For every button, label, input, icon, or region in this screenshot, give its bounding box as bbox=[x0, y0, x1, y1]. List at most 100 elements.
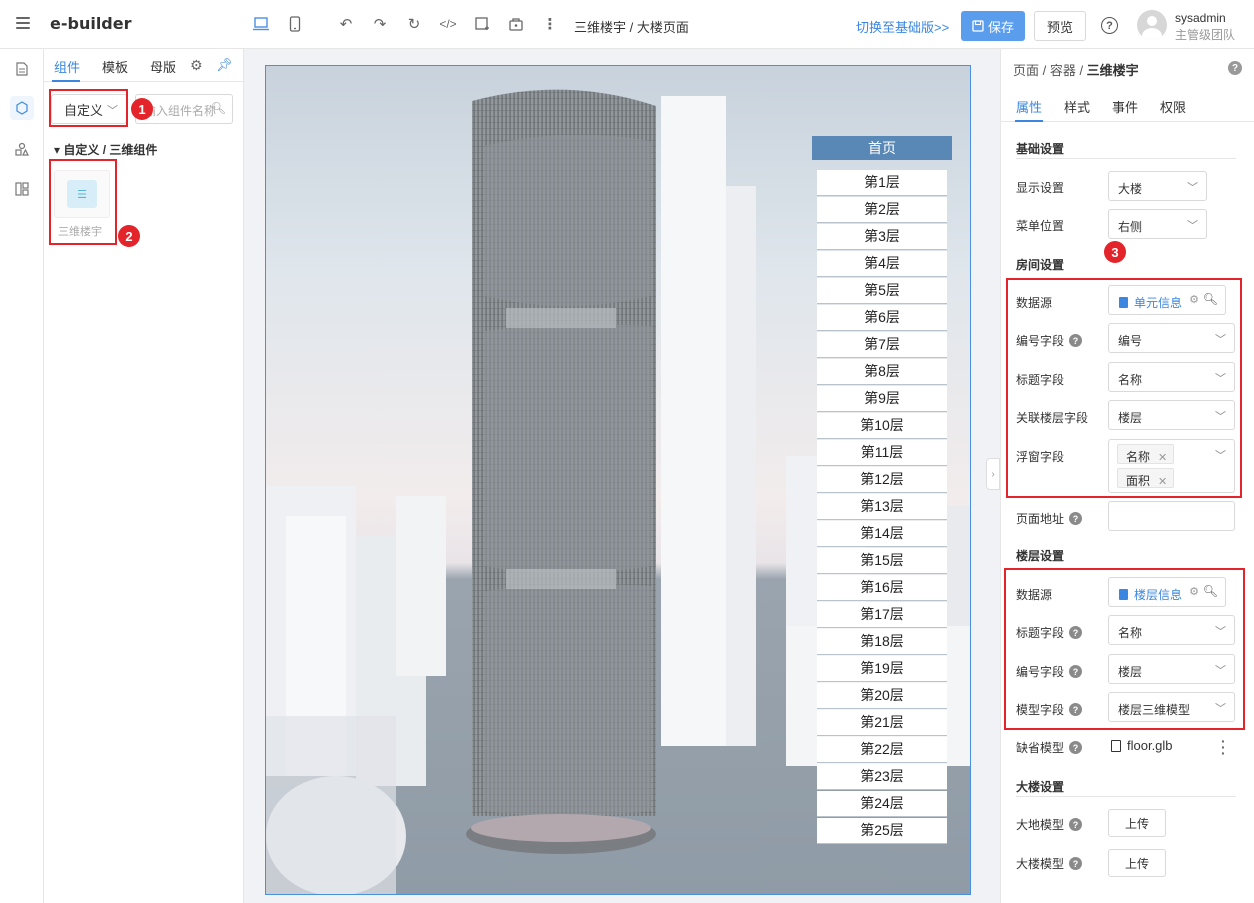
help-icon[interactable]: ? bbox=[1069, 857, 1083, 870]
collapse-panel-handle[interactable]: › bbox=[986, 458, 1000, 490]
component-group-title[interactable]: ▾ 自定义 / 三维组件 bbox=[54, 141, 157, 158]
floor-item[interactable]: 第18层 bbox=[817, 629, 947, 655]
floor-code-select[interactable]: 楼层 ﹀ bbox=[1108, 654, 1235, 684]
room-code-select[interactable]: 编号 ﹀ bbox=[1108, 323, 1235, 353]
floor-item[interactable]: 第20层 bbox=[817, 683, 947, 709]
floor-item[interactable]: 第1层 bbox=[817, 170, 947, 196]
floor-datasource-label: 数据源 bbox=[1016, 588, 1053, 602]
redo-icon[interactable]: ↷ bbox=[369, 13, 391, 35]
package-icon[interactable] bbox=[505, 13, 527, 35]
help-icon[interactable]: ? bbox=[1069, 334, 1083, 347]
floor-item[interactable]: 第16层 bbox=[817, 575, 947, 601]
avatar[interactable] bbox=[1137, 10, 1167, 40]
search-icon[interactable]: 🔍︎ bbox=[1203, 584, 1218, 598]
floor-item[interactable]: 第17层 bbox=[817, 602, 947, 628]
floor-item[interactable]: 第22层 bbox=[817, 737, 947, 763]
floor-item[interactable]: 第25层 bbox=[817, 818, 947, 844]
room-float-label: 浮窗字段 bbox=[1016, 450, 1065, 464]
code-icon[interactable]: </> bbox=[437, 13, 459, 35]
tab-permissions[interactable]: 权限 bbox=[1160, 97, 1186, 116]
floor-item[interactable]: 第5层 bbox=[817, 278, 947, 304]
help-icon[interactable]: ? bbox=[1101, 17, 1118, 34]
tab-templates[interactable]: 模板 bbox=[102, 57, 128, 76]
room-datasource-field[interactable]: 单元信息 ⚙ 🔍︎ bbox=[1108, 285, 1226, 315]
tab-properties[interactable]: 属性 bbox=[1016, 97, 1042, 116]
close-icon[interactable]: ✕ bbox=[1158, 452, 1167, 464]
mobile-view-icon[interactable] bbox=[284, 13, 306, 35]
gear-icon[interactable]: ⚙ bbox=[1189, 585, 1199, 598]
help-icon[interactable]: ? bbox=[1069, 665, 1083, 678]
help-icon[interactable]: ? bbox=[1069, 512, 1083, 525]
floor-item[interactable]: 第6层 bbox=[817, 305, 947, 331]
floor-item[interactable]: 第7层 bbox=[817, 332, 947, 358]
gear-icon[interactable]: ⚙ bbox=[1189, 293, 1199, 306]
floor-datasource-field[interactable]: 楼层信息 ⚙ 🔍︎ bbox=[1108, 577, 1226, 607]
room-floor-field-select[interactable]: 楼层 ﹀ bbox=[1108, 400, 1235, 430]
building-model-upload-button[interactable]: 上传 bbox=[1108, 849, 1166, 877]
close-icon[interactable]: ✕ bbox=[1158, 476, 1167, 488]
preview-button[interactable]: 预览 bbox=[1034, 11, 1086, 41]
layout-icon[interactable] bbox=[10, 177, 34, 201]
active-tab-indicator bbox=[1015, 120, 1043, 122]
floor-item[interactable]: 第3层 bbox=[817, 224, 947, 250]
more-vertical-icon[interactable]: ⋮ bbox=[539, 13, 561, 35]
gear-icon[interactable]: ⚙ bbox=[190, 57, 203, 74]
display-setting-select[interactable]: 大楼 ﹀ bbox=[1108, 171, 1207, 201]
floor-menu-home[interactable]: 首页 bbox=[812, 136, 952, 160]
floor-item[interactable]: 第21层 bbox=[817, 710, 947, 736]
refresh-icon[interactable]: ↻ bbox=[403, 13, 425, 35]
page-url-input[interactable] bbox=[1108, 501, 1235, 531]
help-icon[interactable]: ? bbox=[1069, 818, 1083, 831]
save-button[interactable]: 保存 bbox=[961, 11, 1025, 41]
undo-icon[interactable]: ↶ bbox=[335, 13, 357, 35]
category-select[interactable]: 自定义 ﹀ bbox=[51, 94, 127, 124]
component-label: 三维楼宇 bbox=[58, 226, 102, 238]
tab-masters[interactable]: 母版 bbox=[150, 57, 176, 76]
floor-model-select[interactable]: 楼层三维模型 ﹀ bbox=[1108, 692, 1235, 722]
floor-item[interactable]: 第23层 bbox=[817, 764, 947, 790]
switch-basic-link[interactable]: 切换至基础版>> bbox=[856, 17, 949, 36]
add-page-icon[interactable] bbox=[471, 13, 493, 35]
float-tag[interactable]: 面积 ✕ bbox=[1117, 468, 1175, 488]
components-icon[interactable] bbox=[10, 96, 34, 120]
page-icon[interactable] bbox=[10, 57, 34, 81]
shapes-icon[interactable] bbox=[10, 137, 34, 161]
search-icon[interactable]: 🔍︎ bbox=[1203, 292, 1218, 306]
floor-item[interactable]: 第15层 bbox=[817, 548, 947, 574]
top-bar: e-builder ↶ ↷ ↻ </> ⋮ 三维楼宇 / 大楼页面 切换至基础版… bbox=[0, 0, 1254, 49]
tab-style[interactable]: 样式 bbox=[1064, 97, 1090, 116]
component-panel: 组件 模板 母版 ⚙ 📌︎ 自定义 ﹀ 输入组件名称 🔍︎ ▾ 自定义 / 三维… bbox=[44, 49, 244, 903]
floor-item[interactable]: 第11层 bbox=[817, 440, 947, 466]
default-model-file[interactable]: floor.glb bbox=[1111, 738, 1173, 753]
floor-title-select[interactable]: 名称 ﹀ bbox=[1108, 615, 1235, 645]
3d-building-canvas[interactable]: 首页 第1层 第2层 第3层 第4层 第5层 第6层 第7层 第8层 第9层 第… bbox=[265, 65, 971, 895]
props-tabs: 属性 样式 事件 权限 bbox=[1001, 86, 1254, 122]
component-card-3d-building[interactable]: ☰ bbox=[54, 170, 110, 218]
tab-components[interactable]: 组件 bbox=[54, 57, 80, 76]
panel-tabs: 组件 模板 母版 ⚙ 📌︎ bbox=[44, 49, 244, 82]
float-tag[interactable]: 名称 ✕ bbox=[1117, 444, 1175, 464]
ground-model-upload-button[interactable]: 上传 bbox=[1108, 809, 1166, 837]
room-title-select[interactable]: 名称 ﹀ bbox=[1108, 362, 1235, 392]
floor-item[interactable]: 第12层 bbox=[817, 467, 947, 493]
help-icon[interactable]: ? bbox=[1069, 626, 1083, 639]
help-icon[interactable]: ? bbox=[1069, 741, 1083, 754]
floor-item[interactable]: 第4层 bbox=[817, 251, 947, 277]
help-icon[interactable]: ? bbox=[1228, 61, 1242, 75]
desktop-view-icon[interactable] bbox=[250, 13, 272, 35]
pin-icon[interactable]: 📌︎ bbox=[216, 57, 233, 73]
floor-item[interactable]: 第14层 bbox=[817, 521, 947, 547]
floor-item[interactable]: 第9层 bbox=[817, 386, 947, 412]
floor-item[interactable]: 第19层 bbox=[817, 656, 947, 682]
more-vertical-icon[interactable]: · · · bbox=[1221, 734, 1226, 760]
floor-item[interactable]: 第13层 bbox=[817, 494, 947, 520]
floor-item[interactable]: 第10层 bbox=[817, 413, 947, 439]
tab-events[interactable]: 事件 bbox=[1112, 97, 1138, 116]
hamburger-menu-icon[interactable] bbox=[16, 17, 30, 31]
menu-position-select[interactable]: 右侧 ﹀ bbox=[1108, 209, 1207, 239]
floor-item[interactable]: 第24层 bbox=[817, 791, 947, 817]
floor-item[interactable]: 第8层 bbox=[817, 359, 947, 385]
section-building: 大楼设置 bbox=[1016, 780, 1065, 794]
floor-item[interactable]: 第2层 bbox=[817, 197, 947, 223]
help-icon[interactable]: ? bbox=[1069, 703, 1083, 716]
